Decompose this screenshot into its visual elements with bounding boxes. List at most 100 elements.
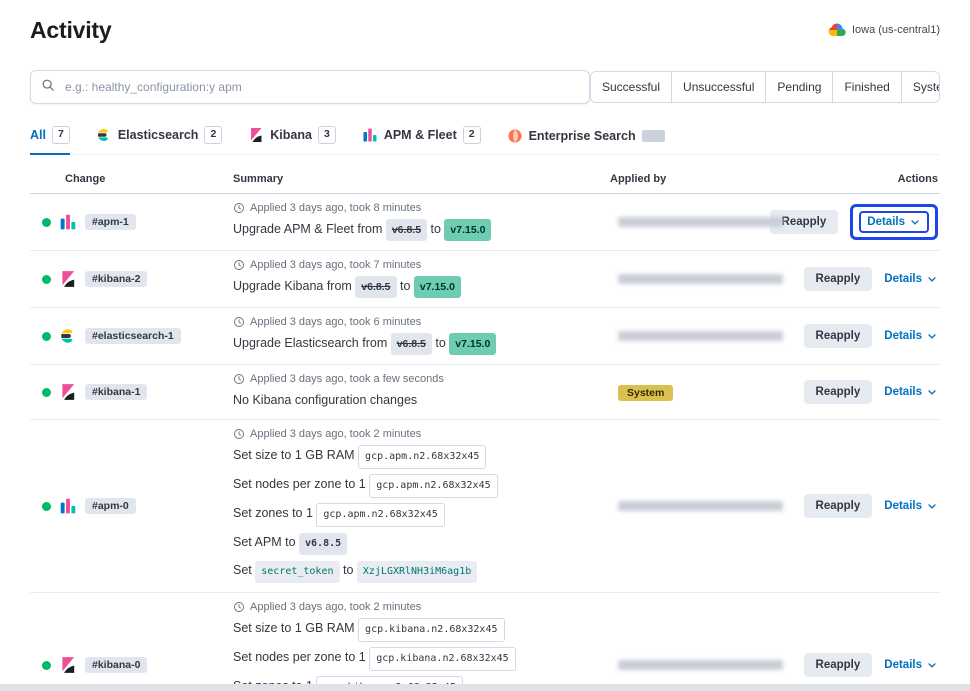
column-header-change: Change [30,173,225,185]
filter-label: System [913,80,940,94]
details-button[interactable]: Details [884,659,938,671]
redacted-user [618,501,783,511]
summary-text: Set nodes per zone to 1 [233,650,369,664]
details-label: Details [884,386,922,398]
tab-kibana[interactable]: Kibana3 [248,126,336,155]
search-icon [41,78,55,97]
reapply-button[interactable]: Reapply [804,324,873,348]
reapply-button[interactable]: Reapply [804,653,873,677]
filter-label: Successful [602,80,660,94]
filter-group: Successful UnsuccessfulPendingFinished Sys… [590,71,940,103]
change-id-badge: #elasticsearch-1 [85,328,181,344]
summary-cell: Applied 3 days ago, took 7 minutesUpgrad… [225,251,610,307]
tab-all[interactable]: All7 [30,126,70,155]
table-header: Change Summary Applied by Actions [30,165,940,194]
summary-cell: Applied 3 days ago, took a few seconds No… [225,365,610,419]
chevron-down-icon [926,386,938,398]
details-button[interactable]: Details [884,273,938,285]
google-cloud-icon [828,21,846,39]
summary-text: Set [233,563,255,577]
applied-meta-text: Applied 3 days ago, took 6 minutes [250,316,421,328]
change-id-badge: #kibana-1 [85,384,147,400]
applied-meta-text: Applied 3 days ago, took 2 minutes [250,601,421,613]
summary-text: to [432,336,449,350]
column-header-actions: Actions [815,173,940,185]
reapply-button[interactable]: Reapply [804,494,873,518]
status-dot [42,218,51,227]
config-value-badge: gcp.apm.n2.68x32x45 [316,503,444,527]
filter-pending[interactable]: Pending [765,72,832,102]
code-badge: XzjLGXRlNH3iM6ag1b [357,561,477,583]
change-id-badge: #apm-0 [85,498,136,514]
actions-cell: ReapplyDetails [815,653,940,677]
tab-count-badge: 2 [463,126,481,144]
filter-system[interactable]: System [901,72,940,102]
tab-label: All [30,128,46,142]
tab-count-badge: 2 [204,126,222,144]
clock-icon [233,202,245,214]
clock-icon [233,259,245,271]
summary-line: Set size to 1 GB RAM gcp.apm.n2.68x32x45 [233,445,610,469]
details-button[interactable]: Details [884,330,938,342]
summary-line: Set zones to 1 gcp.apm.n2.68x32x45 [233,503,610,527]
elasticsearch-icon [96,127,112,143]
summary-line: Set secret_token to XzjLGXRlNH3iM6ag1b [233,560,610,583]
new-version-badge: v7.15.0 [414,276,461,298]
summary-text: No Kibana configuration changes [233,393,417,407]
elasticsearch-icon [59,327,77,345]
new-version-badge: v7.15.0 [444,219,491,241]
tab-apm-fleet[interactable]: APM & Fleet 2 [362,126,481,155]
tab-elasticsearch[interactable]: Elasticsearch 2 [96,126,222,155]
actions-cell: ReapplyDetails [815,267,940,291]
summary-text: Set size to 1 GB RAM [233,621,358,635]
chevron-down-icon [926,273,938,285]
change-cell: #kibana-1 [30,383,225,401]
status-dot [42,332,51,341]
search-input[interactable] [63,79,579,95]
change-cell: #kibana-0 [30,656,225,674]
summary-text: Set APM to [233,535,299,549]
reapply-button[interactable]: Reapply [804,267,873,291]
activity-table: Change Summary Applied by Actions #apm-1… [30,165,940,691]
applied-meta: Applied 3 days ago, took a few seconds [233,373,610,385]
actions-cell: ReapplyDetails [815,324,940,348]
summary-text: Set size to 1 GB RAM [233,448,358,462]
tab-label: Elasticsearch [118,128,199,142]
filter-successful[interactable]: Successful [591,72,671,102]
page-title: Activity [30,16,111,44]
config-value-badge: gcp.apm.n2.68x32x45 [369,474,497,498]
config-value-badge: gcp.kibana.n2.68x32x45 [358,618,504,642]
redacted-user [618,217,783,227]
old-version-badge: v6.8.5 [355,276,396,298]
details-button[interactable]: Details [884,386,938,398]
summary-cell: Applied 3 days ago, took 2 minutes Set si… [225,593,610,691]
details-button[interactable]: Details [859,211,929,233]
summary-line: Set APM to v6.8.5 [233,532,610,555]
code-badge: secret_token [255,561,339,583]
apm-icon [59,213,77,231]
change-cell: #apm-0 [30,497,225,515]
filter-finished[interactable]: Finished [832,72,900,102]
enterprise-search-icon [507,128,523,144]
status-dot [42,275,51,284]
filter-unsuccessful[interactable]: Unsuccessful [671,72,765,102]
tab-label: APM & Fleet [384,128,457,142]
version-badge: v6.8.5 [299,533,347,555]
new-version-badge: v7.15.0 [449,333,496,355]
tab-label: Enterprise Search [529,129,636,143]
actions-cell: ReapplyDetails [815,204,940,240]
summary-line: Set nodes per zone to 1 gcp.kibana.n2.68… [233,647,610,671]
details-button[interactable]: Details [884,500,938,512]
column-header-summary: Summary [225,173,610,185]
summary-text: to [427,222,444,236]
applied-by-cell [610,274,815,284]
tab-enterprise-search[interactable]: Enterprise Search [507,128,665,155]
activity-row: #elasticsearch-1 Applied 3 days ago, took… [30,308,940,365]
details-label: Details [867,216,905,228]
details-label: Details [884,500,922,512]
reapply-button[interactable]: Reapply [804,380,873,404]
config-value-badge: gcp.apm.n2.68x32x45 [358,445,486,469]
clock-icon [233,316,245,328]
summary-text: Upgrade Kibana from [233,279,355,293]
summary-text: Upgrade Elasticsearch from [233,336,391,350]
